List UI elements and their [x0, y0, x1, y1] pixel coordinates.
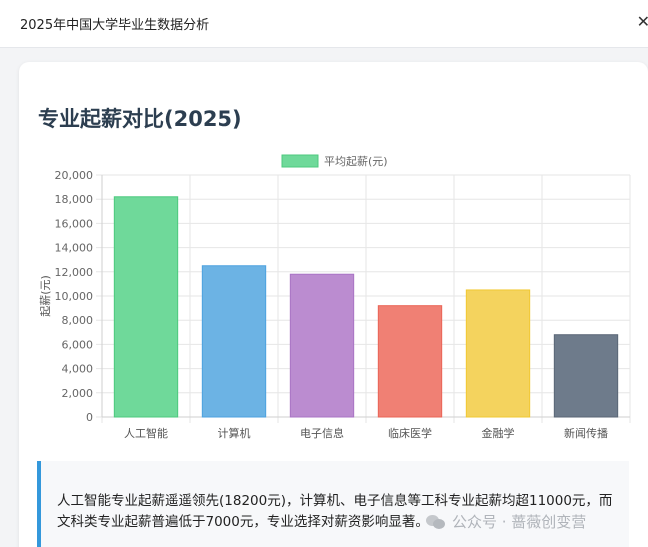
y-tick-label: 18,000: [55, 193, 94, 206]
watermark-text: 公众号 · 蔷薇创变营: [452, 513, 587, 531]
watermark: 公众号 · 蔷薇创变营: [426, 511, 586, 532]
x-tick-label: 临床医学: [388, 426, 432, 440]
legend-swatch: [281, 154, 319, 168]
x-tick-label: 计算机: [218, 426, 251, 440]
app-header: 2025年中国大学毕业生数据分析 ✕: [0, 0, 648, 48]
bar-临床医学: [377, 305, 443, 418]
y-tick-label: 16,000: [55, 217, 94, 230]
chart-legend[interactable]: 平均起薪(元): [281, 154, 388, 168]
x-tick-label: 电子信息: [300, 426, 344, 440]
legend-label: 平均起薪(元): [324, 155, 388, 168]
bar-金融学: [465, 289, 531, 418]
y-tick-label: 0: [86, 411, 93, 424]
chart-card-title: 专业起薪对比(2025): [38, 107, 242, 131]
x-tick-label: 新闻传播: [564, 426, 608, 440]
bar-人工智能: [113, 196, 179, 418]
y-tick-label: 12,000: [55, 266, 94, 279]
close-icon[interactable]: ✕: [637, 12, 648, 31]
y-tick-label: 4,000: [62, 363, 94, 376]
y-tick-label: 20,000: [55, 169, 94, 182]
y-tick-label: 8,000: [62, 314, 94, 327]
x-tick-label: 金融学: [482, 426, 515, 440]
x-tick-label: 人工智能: [124, 426, 168, 440]
y-tick-label: 14,000: [55, 242, 94, 255]
bar-电子信息: [289, 273, 355, 418]
insight-note: 人工智能专业起薪遥遥领先(18200元)，计算机、电子信息等工科专业起薪均超11…: [37, 461, 629, 547]
y-axis-title: 起薪(元): [39, 275, 52, 317]
wechat-icon: [426, 514, 446, 530]
y-tick-label: 2,000: [62, 387, 94, 400]
app-title: 2025年中国大学毕业生数据分析: [20, 18, 210, 33]
salary-bar-chart: 0 2,000 4,000 6,000 8,000 10,000 12,000 14,000 1…: [39, 154, 631, 440]
bar-新闻传播: [553, 334, 619, 418]
bar-计算机: [201, 265, 267, 418]
y-tick-label: 6,000: [62, 338, 94, 351]
y-tick-label: 10,000: [55, 290, 94, 303]
